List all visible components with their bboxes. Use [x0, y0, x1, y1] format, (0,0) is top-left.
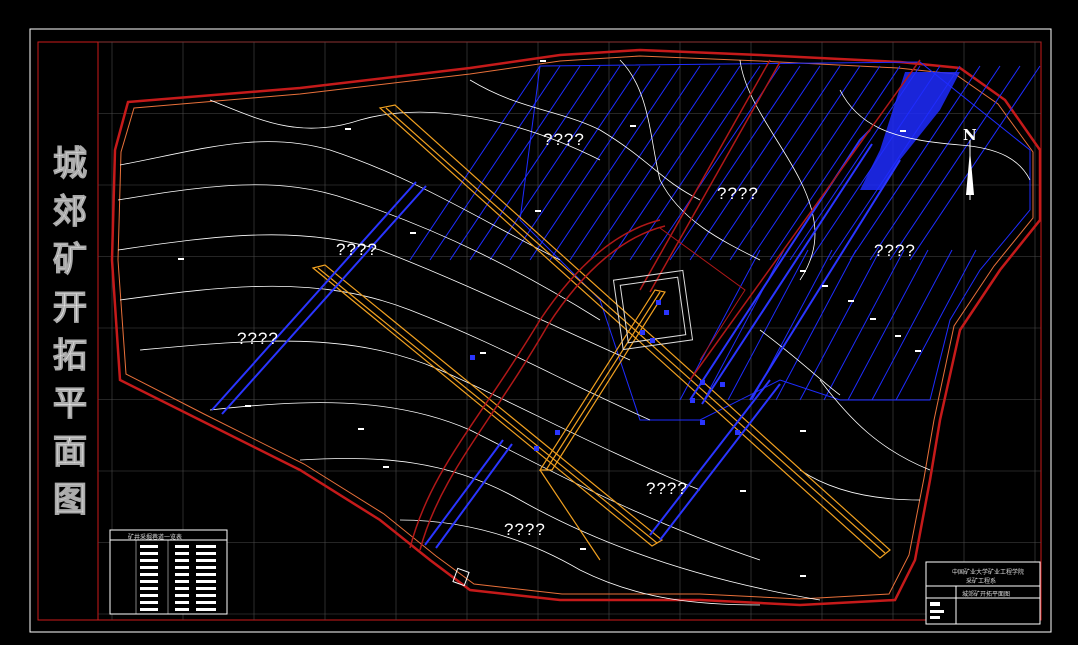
title-block-institution: 中国矿业大学矿业工程学院	[952, 570, 1025, 576]
zone-label: ????	[874, 241, 916, 260]
shaft-markers	[470, 300, 740, 451]
zone-label: ????	[646, 479, 688, 498]
north-arrow-icon	[966, 140, 974, 200]
zone-label: ????	[717, 184, 759, 203]
title-char: 图	[53, 480, 88, 521]
drawing-title-vertical: 城 郊 矿 开 拓 平 面 图	[40, 140, 100, 524]
title-char: 拓	[53, 336, 88, 377]
fault-lines	[409, 59, 921, 551]
zone-label: ????	[543, 130, 585, 149]
legend-table	[109, 529, 228, 615]
zone-label: ????	[336, 240, 378, 259]
title-char: 面	[53, 432, 88, 473]
title-block-drawing-name: 城郊矿开拓平面图	[962, 592, 1011, 598]
mine-plan-drawing	[29, 28, 1052, 633]
title-char: 平	[53, 384, 88, 425]
north-label: N	[963, 126, 977, 144]
title-char: 城	[53, 144, 88, 185]
legend-table-header: 矿井采掘巷道一览表	[128, 535, 183, 541]
title-char: 矿	[53, 240, 88, 281]
title-block-department: 采矿工程系	[966, 579, 997, 585]
zone-label: ????	[237, 329, 279, 348]
inclined-shafts	[211, 129, 901, 549]
title-char: 开	[53, 288, 88, 329]
main-roadways	[311, 104, 891, 561]
industrial-square	[612, 227, 746, 361]
title-char: 郊	[53, 192, 88, 233]
zone-label: ????	[504, 520, 546, 539]
